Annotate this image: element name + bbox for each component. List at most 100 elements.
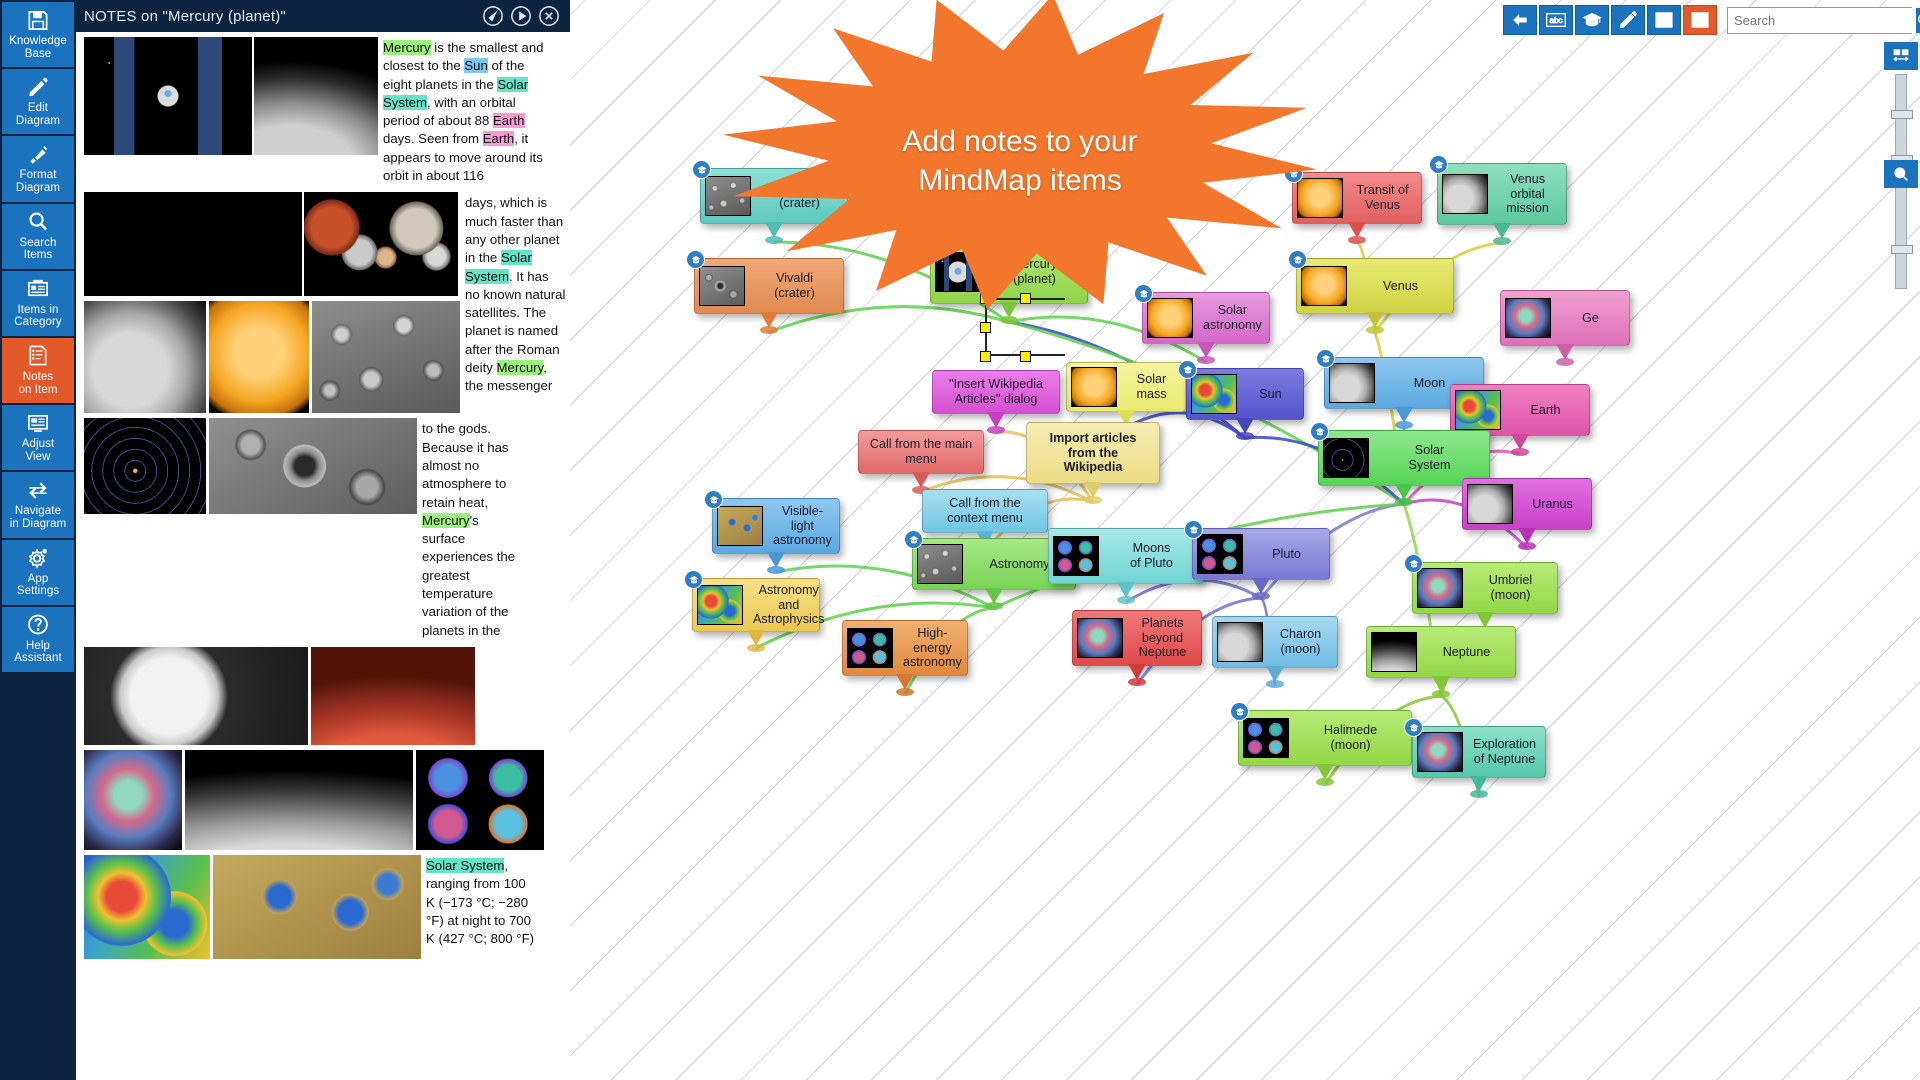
mindmap-node-charon[interactable]: Charon (moon)	[1212, 616, 1338, 688]
sidebar-item-label: App	[27, 572, 49, 585]
node-badge-icon[interactable]	[684, 570, 703, 589]
node-anchor-dot	[896, 688, 914, 696]
mindmap-node-moons-pluto[interactable]: Moons of Pluto	[1048, 528, 1204, 604]
node-thumbnail	[1467, 484, 1513, 524]
sidebar-item-adjust[interactable]: Adjust View	[2, 405, 74, 471]
search-icon[interactable]	[1916, 7, 1920, 33]
node-badge-icon[interactable]	[1284, 164, 1303, 183]
mindmap-node-uranus[interactable]: Uranus	[1462, 478, 1592, 550]
mindmap-node-visible-light[interactable]: Visible-light astronomy	[704, 490, 840, 574]
mindmap-node-earth[interactable]: Earth	[1450, 384, 1590, 456]
mindmap-node-venus-orbiter[interactable]: Venus orbital mission	[1429, 155, 1567, 245]
mindmap-node-transit[interactable]: Transit of Venus	[1284, 164, 1422, 244]
mindmap-node-neptune[interactable]: Neptune	[1366, 626, 1516, 698]
node-label-line: Solar	[1217, 303, 1248, 318]
mindmap-node-geo[interactable]: Ge	[1500, 290, 1630, 366]
node-badge-icon[interactable]	[904, 530, 923, 549]
selection-handle[interactable]	[1020, 351, 1031, 362]
node-badge-icon[interactable]	[1184, 520, 1203, 539]
mindmap-node-pluto[interactable]: Pluto	[1184, 520, 1330, 600]
selection-handle[interactable]	[980, 322, 991, 333]
sidebar-item-items-in[interactable]: Items in Category	[2, 270, 74, 336]
node-badge-icon[interactable]	[692, 160, 711, 179]
node-badge-icon[interactable]	[1230, 702, 1249, 721]
close-icon[interactable]	[536, 3, 562, 29]
node-badge-icon[interactable]	[704, 490, 723, 509]
notes-text-span: 's surface experiences the greatest temp…	[422, 512, 516, 638]
search-box[interactable]	[1727, 6, 1920, 34]
mindmap-node-call-main-menu[interactable]: Call from the main menu	[858, 430, 984, 494]
node-anchor-dot	[987, 426, 1005, 434]
notes-text-span: Mercury	[383, 40, 431, 55]
node-badge-icon[interactable]	[1134, 284, 1153, 303]
fit-screen-icon[interactable]	[1884, 42, 1918, 70]
selection-handle[interactable]	[980, 293, 991, 304]
sidebar-item-edit[interactable]: Edit Diagram	[2, 69, 74, 135]
mindmap-node-mercury[interactable]: Mercury (planet)	[930, 240, 1088, 324]
node-thumbnail	[697, 584, 743, 625]
node-badge-icon[interactable]	[1288, 250, 1307, 269]
edit-button[interactable]	[1611, 5, 1645, 35]
node-badge-icon[interactable]	[686, 250, 705, 269]
mindmap-node-solar-mass[interactable]: Solar mass	[1066, 362, 1186, 432]
mindmap-node-umbriel[interactable]: Umbriel (moon)	[1404, 554, 1558, 634]
sidebar-item-label: on Item	[18, 383, 58, 396]
mindmap-node-import-wiki[interactable]: Import articles from the Wikipedia	[1026, 422, 1160, 504]
node-badge-icon[interactable]	[1316, 349, 1335, 368]
pin-icon[interactable]	[480, 3, 506, 29]
node-label-line: menu	[905, 452, 937, 466]
mindmap-node-solar-astronomy[interactable]: Solar astronomy	[1134, 284, 1270, 364]
sun-orange-disc	[209, 301, 309, 414]
mindmap-node-vivaldi[interactable]: Vivaldi (crater)	[686, 250, 844, 334]
mindmap-node-venus[interactable]: Venus	[1288, 250, 1454, 334]
node-label-line: Venus	[1364, 198, 1400, 212]
notes-text-span: days. Seen from	[383, 131, 483, 147]
graduation-button[interactable]	[1575, 5, 1609, 35]
notes-paragraph-1: Mercury is the smallest and closest to t…	[378, 37, 550, 187]
mindmap-node-dvorak[interactable]: Dvorak (crater)	[1065, 135, 1197, 207]
selection-handle[interactable]	[1020, 293, 1031, 304]
play-icon[interactable]	[508, 3, 534, 29]
notes-block	[76, 642, 570, 745]
node-label-line: Earth	[1530, 402, 1561, 417]
mindmap-node-prokofiev[interactable]: Prokofiev (crater)	[692, 160, 848, 244]
panel-button[interactable]	[1683, 5, 1717, 35]
mindmap-canvas[interactable]: Add notes to your MindMap items Prokofie…	[570, 0, 1920, 1080]
magnifier-icon[interactable]	[1884, 160, 1918, 188]
abc-button[interactable]: abc	[1539, 5, 1573, 35]
mindmap-node-high-energy[interactable]: High-energy astronomy	[842, 620, 968, 696]
mindmap-node-halimede[interactable]: Halimede (moon)	[1230, 702, 1412, 786]
selection-handle[interactable]	[980, 351, 991, 362]
zoom-slider-thumb[interactable]	[1891, 245, 1913, 254]
node-label: Call from the context menu	[927, 496, 1043, 525]
sidebar-item-navigate[interactable]: Navigate in Diagram	[2, 472, 74, 538]
sidebar-item-format[interactable]: Format Diagram	[2, 136, 74, 202]
mindmap-node-sun[interactable]: Sun	[1178, 360, 1304, 440]
sidebar-item-app[interactable]: App Settings	[2, 539, 74, 605]
mindmap-node-planets-beyond[interactable]: Planets beyond Neptune	[1072, 610, 1202, 686]
sidebar-item-knowledge[interactable]: Knowledge Base	[2, 2, 74, 68]
node-badge-icon[interactable]	[1404, 554, 1423, 573]
sidebar-item-notes[interactable]: Notes on Item	[2, 337, 74, 404]
mindmap-node-astronomy-astrophysics[interactable]: Astronomy and Astrophysics	[684, 570, 824, 652]
false-color-sphere	[84, 749, 182, 850]
zoom-slider-thumb[interactable]	[1891, 110, 1913, 119]
search-input[interactable]	[1728, 7, 1916, 33]
mindmap-node-insert-wiki[interactable]: "Insert Wikipedia Articles" dialog	[932, 370, 1060, 434]
node-label-line: Planets	[1141, 616, 1184, 631]
mindmap-node-call-context[interactable]: Call from the context menu	[922, 489, 1048, 553]
sidebar-item-label: Adjust	[21, 438, 55, 451]
node-badge-icon[interactable]	[1404, 718, 1423, 737]
mindmap-node-exploration-neptune[interactable]: Exploration of Neptune	[1404, 718, 1546, 798]
node-badge-icon[interactable]	[1310, 422, 1329, 441]
node-label: Transit of Venus	[1348, 183, 1417, 212]
selection-handles[interactable]	[980, 293, 1065, 362]
node-thumbnail	[1455, 390, 1501, 430]
notes-body[interactable]: Mercury is the smallest and closest to t…	[76, 32, 570, 1080]
table-button[interactable]	[1647, 5, 1681, 35]
sidebar-item-help[interactable]: Help Assistant	[2, 606, 74, 672]
node-badge-icon[interactable]	[1429, 155, 1448, 174]
node-badge-icon[interactable]	[1178, 360, 1197, 379]
back-button[interactable]	[1503, 5, 1537, 35]
sidebar-item-search[interactable]: Search Items	[2, 203, 74, 269]
